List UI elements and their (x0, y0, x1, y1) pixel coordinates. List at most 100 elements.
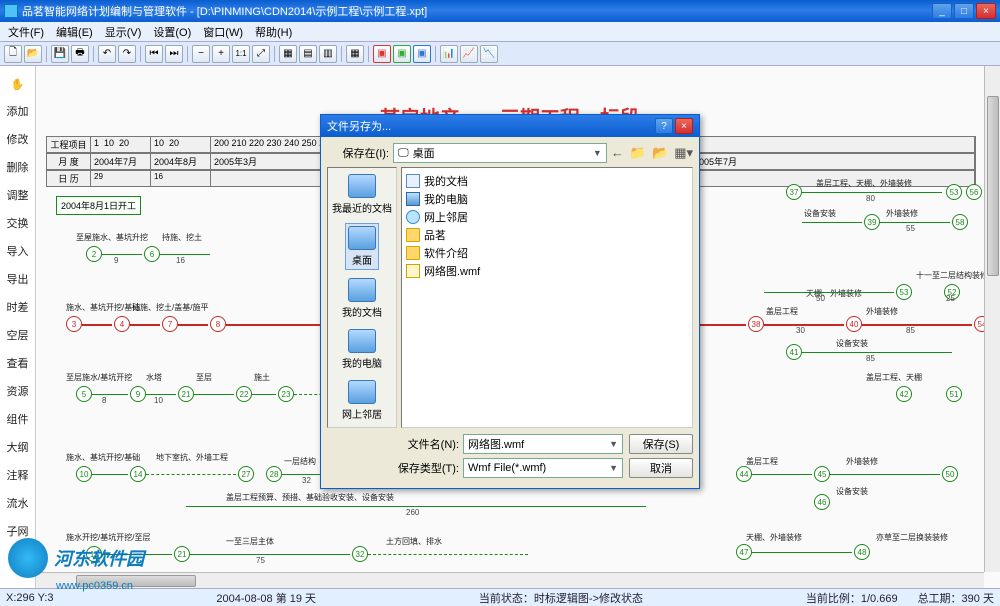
close-button[interactable]: × (976, 3, 996, 19)
filename-input[interactable]: 网络图.wmf▼ (463, 434, 623, 454)
node-44[interactable]: 44 (736, 466, 752, 482)
node-22[interactable]: 21 (178, 386, 194, 402)
menu-window[interactable]: 窗口(W) (197, 22, 249, 42)
node-58[interactable]: 58 (952, 214, 968, 230)
tool-open-icon[interactable]: 📂 (24, 45, 42, 63)
node-5[interactable]: 5 (76, 386, 92, 402)
file-item[interactable]: 网上邻居 (406, 208, 688, 226)
node-39[interactable]: 39 (864, 214, 880, 230)
file-item[interactable]: 网络图.wmf (406, 262, 688, 280)
file-item[interactable]: 我的电脑 (406, 190, 688, 208)
tool-view2-icon[interactable]: ▤ (299, 45, 317, 63)
tool-last-icon[interactable]: ⏭ (165, 45, 183, 63)
tool-first-icon[interactable]: ⏮ (145, 45, 163, 63)
minimize-button[interactable]: _ (932, 3, 952, 19)
place-desktop[interactable]: 桌面 (345, 223, 379, 270)
file-item[interactable]: 品茗 (406, 226, 688, 244)
tool-panel3-icon[interactable]: ▣ (413, 45, 431, 63)
tool-panel2-icon[interactable]: ▣ (393, 45, 411, 63)
node-51[interactable]: 53 (946, 184, 962, 200)
sidebar-delete[interactable]: 删除 (0, 153, 35, 181)
tool-zoom-fit-icon[interactable]: ⤢ (252, 45, 270, 63)
sidebar-float[interactable]: 时差 (0, 293, 35, 321)
sidebar-export[interactable]: 导出 (0, 265, 35, 293)
menu-edit[interactable]: 编辑(E) (50, 22, 99, 42)
node-41[interactable]: 41 (786, 344, 802, 360)
new-folder-icon[interactable]: 📂 (652, 145, 668, 161)
node-40[interactable]: 40 (846, 316, 862, 332)
tool-view3-icon[interactable]: ▥ (319, 45, 337, 63)
sidebar-comment[interactable]: 注释 (0, 461, 35, 489)
sidebar-outline[interactable]: 大纲 (0, 433, 35, 461)
node-4[interactable]: 4 (114, 316, 130, 332)
filetype-select[interactable]: Wmf File(*.wmf)▼ (463, 458, 623, 478)
node-42[interactable]: 42 (896, 386, 912, 402)
maximize-button[interactable]: □ (954, 3, 974, 19)
node-9[interactable]: 9 (130, 386, 146, 402)
sidebar-component[interactable]: 组件 (0, 405, 35, 433)
place-recent[interactable]: 我最近的文档 (330, 172, 394, 217)
node-14[interactable]: 14 (130, 466, 146, 482)
tool-chart2-icon[interactable]: 📈 (460, 45, 478, 63)
sidebar-view[interactable]: 查看 (0, 349, 35, 377)
node-45[interactable]: 45 (814, 466, 830, 482)
sidebar-layer[interactable]: 空层 (0, 321, 35, 349)
tool-zoom-in-icon[interactable]: + (212, 45, 230, 63)
tool-view1-icon[interactable]: ▦ (279, 45, 297, 63)
sidebar-modify[interactable]: 修改 (0, 125, 35, 153)
node-23[interactable]: 22 (236, 386, 252, 402)
menu-file[interactable]: 文件(F) (2, 22, 50, 42)
tool-zoom-out-icon[interactable]: − (192, 45, 210, 63)
node-7[interactable]: 7 (162, 316, 178, 332)
tool-new-icon[interactable]: 🗋 (4, 45, 22, 63)
place-network[interactable]: 网上邻居 (340, 378, 384, 423)
dialog-help-button[interactable]: ? (655, 118, 673, 134)
node-8[interactable]: 8 (210, 316, 226, 332)
file-list[interactable]: 我的文档 我的电脑 网上邻居 品茗 软件介绍 网络图.wmf (401, 167, 693, 428)
tool-chart3-icon[interactable]: 📉 (480, 45, 498, 63)
menu-settings[interactable]: 设置(O) (147, 22, 197, 42)
sidebar-resource[interactable]: 资源 (0, 377, 35, 405)
node-48[interactable]: 48 (854, 544, 870, 560)
sidebar-add[interactable]: 添加 (0, 97, 35, 125)
node-3[interactable]: 3 (66, 316, 82, 332)
cancel-button[interactable]: 取消 (629, 458, 693, 478)
tool-panel1-icon[interactable]: ▣ (373, 45, 391, 63)
up-icon[interactable]: 📁 (630, 145, 646, 161)
sidebar-hand-icon[interactable]: ✋ (0, 72, 35, 97)
node-6[interactable]: 6 (144, 246, 160, 262)
tool-zoom-11-icon[interactable]: 1:1 (232, 45, 250, 63)
node-38[interactable]: 38 (748, 316, 764, 332)
tool-chart1-icon[interactable]: 📊 (440, 45, 458, 63)
dialog-titlebar[interactable]: 文件另存为... ? × (321, 115, 699, 137)
file-item[interactable]: 我的文档 (406, 172, 688, 190)
dialog-close-button[interactable]: × (675, 118, 693, 134)
sidebar-adjust[interactable]: 调整 (0, 181, 35, 209)
save-in-combo[interactable]: 🖵 桌面 ▼ (393, 143, 607, 163)
sidebar-swap[interactable]: 交换 (0, 209, 35, 237)
node-21[interactable]: 21 (174, 546, 190, 562)
node-2[interactable]: 2 (86, 246, 102, 262)
h-scrollbar[interactable] (36, 572, 984, 588)
tool-redo-icon[interactable]: ↷ (118, 45, 136, 63)
node-10[interactable]: 10 (76, 466, 92, 482)
back-icon[interactable]: ← (611, 145, 624, 161)
menu-help[interactable]: 帮助(H) (249, 22, 298, 42)
node-53[interactable]: 53 (896, 284, 912, 300)
node-56[interactable]: 56 (966, 184, 982, 200)
node-50[interactable]: 51 (946, 386, 962, 402)
v-scrollbar[interactable] (984, 66, 1000, 572)
node-47[interactable]: 47 (736, 544, 752, 560)
views-icon[interactable]: ▦▾ (674, 145, 693, 161)
node-37[interactable]: 37 (786, 184, 802, 200)
tool-print-icon[interactable]: 🖶 (71, 45, 89, 63)
sidebar-flow[interactable]: 流水 (0, 489, 35, 517)
file-item[interactable]: 软件介绍 (406, 244, 688, 262)
place-documents[interactable]: 我的文档 (340, 276, 384, 321)
tool-save-icon[interactable]: 💾 (51, 45, 69, 63)
node-28[interactable]: 27 (238, 466, 254, 482)
tool-grid-icon[interactable]: ▦ (346, 45, 364, 63)
node-34[interactable]: 32 (352, 546, 368, 562)
place-computer[interactable]: 我的电脑 (340, 327, 384, 372)
save-button[interactable]: 保存(S) (629, 434, 693, 454)
